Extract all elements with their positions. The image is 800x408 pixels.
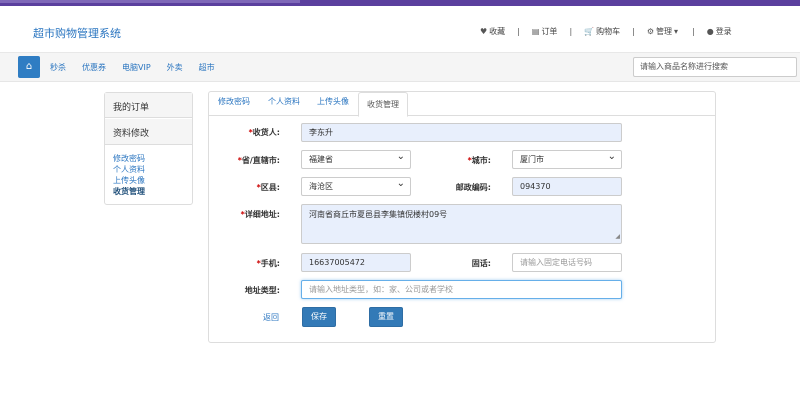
manage-label: 管理 xyxy=(655,27,672,36)
category-menu: 秒杀 优惠券 电脑VIP 外卖 超市 xyxy=(50,62,231,73)
sidebar-profile-edit: 资料修改 xyxy=(105,119,192,145)
user-icon: ● xyxy=(706,27,714,36)
menu-bar: ⌂ 秒杀 优惠券 电脑VIP 外卖 超市 请输入商品名称进行搜索 xyxy=(0,52,800,82)
document-icon: ▤ xyxy=(531,27,540,36)
caret-down-icon: ▾ xyxy=(673,27,678,36)
address-type-label: 地址类型: xyxy=(244,286,280,295)
nav-separator: | xyxy=(692,27,695,36)
favorites-link[interactable]: ♥ 收藏 xyxy=(480,26,505,37)
home-button[interactable]: ⌂ xyxy=(18,56,40,78)
tab-bar: 修改密码 个人资料 上传头像 收货管理 xyxy=(209,92,715,117)
manage-dropdown[interactable]: ⚙ 管理 ▾ xyxy=(647,26,680,37)
tab-address-management[interactable]: 收货管理 xyxy=(358,92,408,117)
province-value: 福建省 xyxy=(309,155,333,164)
sidebar-item-profile[interactable]: 个人资料 xyxy=(113,164,184,175)
nav-separator: | xyxy=(569,27,573,36)
orders-label: 订单 xyxy=(541,27,558,36)
app-title[interactable]: 超市购物管理系统 xyxy=(33,25,121,41)
address-value: 河南省商丘市夏邑县李集镇倪楼村09号 xyxy=(309,210,448,219)
menu-item-supermarket[interactable]: 超市 xyxy=(199,62,215,73)
landline-input[interactable]: 请输入固定电话号码 xyxy=(512,253,622,272)
city-value: 厦门市 xyxy=(520,155,544,164)
nav-separator: | xyxy=(517,27,520,36)
login-link[interactable]: ● 登录 xyxy=(707,26,732,37)
back-link[interactable]: 返回 xyxy=(263,312,279,323)
menu-item-pc-vip[interactable]: 电脑VIP xyxy=(122,62,151,73)
header: 超市购物管理系统 ♥ 收藏 | ▤ 订单 | 🛒 购物车 | ⚙ 管理 ▾ | ● 登录 xyxy=(0,6,800,52)
orders-link[interactable]: ▤ 订单 xyxy=(532,26,558,37)
sidebar-links: 修改密码 个人资料 上传头像 收货管理 xyxy=(105,145,192,205)
menu-item-takeout[interactable]: 外卖 xyxy=(167,62,183,73)
phone-input[interactable]: 16637005472 xyxy=(301,253,411,272)
favorites-label: 收藏 xyxy=(489,27,506,36)
menu-item-seckill[interactable]: 秒杀 xyxy=(50,62,66,73)
top-nav: ♥ 收藏 | ▤ 订单 | 🛒 购物车 | ⚙ 管理 ▾ | ● 登录 xyxy=(480,26,732,37)
cart-link[interactable]: 🛒 购物车 xyxy=(584,26,620,37)
district-label: *区县: xyxy=(256,183,280,192)
sidebar: 我的订单 资料修改 修改密码 个人资料 上传头像 收货管理 xyxy=(104,92,193,205)
save-button[interactable]: 保存 xyxy=(302,307,336,327)
district-select[interactable]: 海沧区 xyxy=(301,175,411,196)
tab-change-password[interactable]: 修改密码 xyxy=(218,96,250,107)
postcode-input[interactable]: 094370 xyxy=(512,177,622,196)
district-value: 海沧区 xyxy=(309,182,333,191)
postcode-label: 邮政编码: xyxy=(455,183,491,192)
login-label: 登录 xyxy=(715,27,732,36)
cart-label: 购物车 xyxy=(596,27,621,36)
landline-label: 固话: xyxy=(471,259,491,268)
tab-profile[interactable]: 个人资料 xyxy=(268,96,300,107)
resize-handle-icon[interactable]: ◢ xyxy=(615,231,620,242)
receiver-input[interactable]: 李东升 xyxy=(301,123,622,142)
sidebar-item-address[interactable]: 收货管理 xyxy=(113,186,184,197)
tab-upload-avatar[interactable]: 上传头像 xyxy=(317,96,349,107)
address-label: *详细地址: xyxy=(240,210,280,219)
reset-button[interactable]: 重置 xyxy=(369,307,403,327)
address-textarea[interactable]: 河南省商丘市夏邑县李集镇倪楼村09号 ◢ xyxy=(301,204,622,244)
address-type-input[interactable]: 请输入地址类型，如：家、公司或者学校 xyxy=(301,280,622,299)
home-icon: ⌂ xyxy=(25,61,33,72)
cart-icon: 🛒 xyxy=(584,27,595,36)
gear-icon: ⚙ xyxy=(646,27,654,36)
receiver-label: *收货人: xyxy=(248,128,280,137)
phone-label: *手机: xyxy=(256,259,280,268)
url-strip xyxy=(0,0,300,3)
sidebar-item-upload-avatar[interactable]: 上传头像 xyxy=(113,175,184,186)
city-select[interactable]: 厦门市 xyxy=(512,148,622,169)
province-label: *省/直辖市: xyxy=(237,156,280,165)
search-input[interactable]: 请输入商品名称进行搜索 xyxy=(633,57,797,77)
sidebar-item-change-password[interactable]: 修改密码 xyxy=(113,153,184,164)
sidebar-my-orders[interactable]: 我的订单 xyxy=(105,93,192,118)
province-select[interactable]: 福建省 xyxy=(301,148,411,169)
menu-item-coupons[interactable]: 优惠券 xyxy=(82,62,106,73)
heart-icon: ♥ xyxy=(480,27,488,36)
city-label: *城市: xyxy=(467,156,491,165)
nav-separator: | xyxy=(632,27,635,36)
